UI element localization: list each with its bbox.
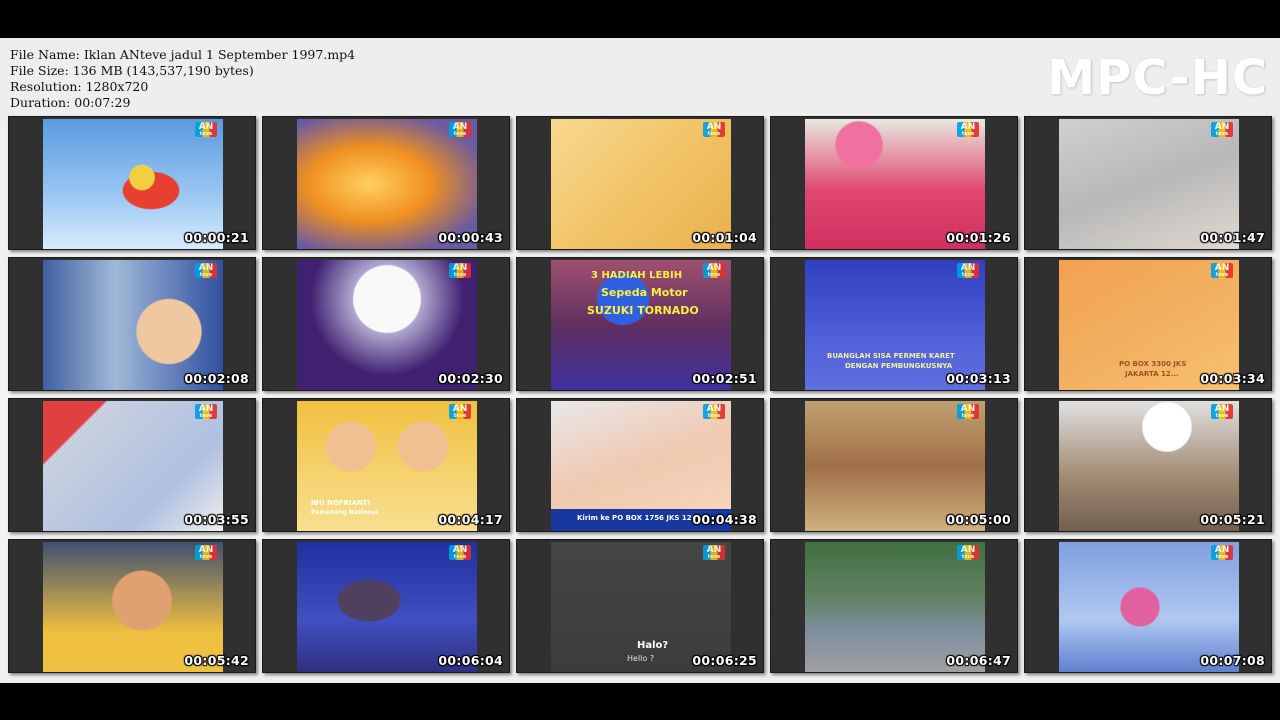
caption-subtitle: Pemenang Nasional (311, 509, 378, 516)
thumbnail-timestamp: 00:04:17 (438, 512, 503, 527)
thumbnail-timestamp: 00:02:30 (438, 371, 503, 386)
channel-logo-icon: AN teve (957, 263, 979, 278)
channel-logo-icon: AN teve (1211, 545, 1233, 560)
channel-logo-icon: AN teve (449, 404, 471, 419)
promo-product: SUZUKI TORNADO (587, 304, 699, 317)
thumbnail-timestamp: 00:05:21 (1200, 512, 1265, 527)
video-thumbnail: AN teve Kirim ke PO BOX 1756 JKS 120 00:04:… (516, 398, 764, 532)
channel-logo-icon: AN teve (957, 122, 979, 137)
bottom-letterbox (0, 683, 1280, 720)
channel-logo-icon: AN teve (703, 122, 725, 137)
subtitle-translation: Hello ? (627, 654, 655, 663)
thumbnail-timestamp: 00:03:55 (184, 512, 249, 527)
channel-logo-icon: AN teve (1211, 404, 1233, 419)
video-thumbnail: AN teve 00:06:47 (770, 539, 1018, 673)
video-thumbnail: AN teve IBU NOFRIANTI Pemenang Nasional 00:0… (262, 398, 510, 532)
promo-headline: 3 HADIAH LEBIH (591, 270, 683, 281)
channel-logo-icon: AN teve (195, 545, 217, 560)
channel-logo-icon: AN teve (449, 263, 471, 278)
video-thumbnail: AN teve 00:02:08 (8, 257, 256, 391)
channel-logo-icon: AN teve (195, 122, 217, 137)
subtitle-main: Halo? (637, 640, 669, 651)
envelope-address-2: JAKARTA 12... (1125, 370, 1179, 378)
video-thumbnail: AN teve 00:07:08 (1024, 539, 1272, 673)
duration: Duration: 00:07:29 (10, 95, 131, 110)
channel-logo-icon: AN teve (449, 122, 471, 137)
thumbnail-grid: AN teve 00:00:21 AN teve 00:00:43 AN teve 00:01:… (8, 116, 1274, 673)
thumbnail-timestamp: 00:01:47 (1200, 230, 1265, 245)
video-thumbnail: AN teve 00:05:21 (1024, 398, 1272, 532)
envelope-address-1: PO BOX 3300 JKS (1119, 360, 1187, 368)
channel-logo-icon: AN teve (957, 545, 979, 560)
video-thumbnail: AN teve 00:01:04 (516, 116, 764, 250)
video-thumbnail: AN teve 00:00:21 (8, 116, 256, 250)
video-thumbnail: AN teve PO BOX 3300 JKS JAKARTA 12... 00:03:… (1024, 257, 1272, 391)
video-thumbnail: AN teve 00:00:43 (262, 116, 510, 250)
thumbnail-timestamp: 00:07:08 (1200, 653, 1265, 668)
thumbnail-timestamp: 00:00:43 (438, 230, 503, 245)
channel-logo-icon: AN teve (449, 545, 471, 560)
channel-logo-icon: AN teve (957, 404, 979, 419)
channel-logo-icon: AN teve (703, 263, 725, 278)
channel-logo-icon: AN teve (195, 404, 217, 419)
video-thumbnail: AN teve 00:05:00 (770, 398, 1018, 532)
thumbnail-timestamp: 00:05:42 (184, 653, 249, 668)
campaign-line-1: BUANGLAH SISA PERMEN KARET (827, 352, 955, 360)
thumbnail-timestamp: 00:04:38 (692, 512, 757, 527)
video-thumbnail: AN teve 00:05:42 (8, 539, 256, 673)
top-letterbox (0, 0, 1280, 38)
po-box-text: Kirim ke PO BOX 1756 JKS 120 (577, 514, 697, 522)
thumbnail-timestamp: 00:01:04 (692, 230, 757, 245)
video-thumbnail: AN teve 00:03:55 (8, 398, 256, 532)
thumbnail-sheet: File Name: Iklan ANteve jadul 1 Septembe… (0, 38, 1280, 683)
file-size: File Size: 136 MB (143,537,190 bytes) (10, 63, 254, 78)
channel-logo-icon: AN teve (1211, 263, 1233, 278)
video-thumbnail: AN teve 00:06:04 (262, 539, 510, 673)
video-thumbnail: AN teve 3 HADIAH LEBIH Sepeda Motor SUZUKI T… (516, 257, 764, 391)
thumbnail-timestamp: 00:01:26 (946, 230, 1011, 245)
mpc-hc-logo: MPC-HC (1047, 50, 1268, 106)
thumbnail-timestamp: 00:02:08 (184, 371, 249, 386)
thumbnail-timestamp: 00:03:34 (1200, 371, 1265, 386)
campaign-line-2: DENGAN PEMBUNGKUSNYA (845, 362, 953, 370)
thumbnail-timestamp: 00:06:25 (692, 653, 757, 668)
channel-logo-icon: AN teve (703, 404, 725, 419)
thumbnail-timestamp: 00:05:00 (946, 512, 1011, 527)
video-thumbnail: AN teve Halo? Hello ? 00:06:25 (516, 539, 764, 673)
caption-name: IBU NOFRIANTI (311, 499, 371, 507)
file-name: File Name: Iklan ANteve jadul 1 Septembe… (10, 47, 356, 62)
thumbnail-timestamp: 00:06:04 (438, 653, 503, 668)
thumbnail-timestamp: 00:00:21 (184, 230, 249, 245)
file-info-panel: File Name: Iklan ANteve jadul 1 Septembe… (10, 47, 355, 111)
video-thumbnail: AN teve 00:02:30 (262, 257, 510, 391)
thumbnail-timestamp: 00:02:51 (692, 371, 757, 386)
video-thumbnail: AN teve 00:01:47 (1024, 116, 1272, 250)
promo-subline: Sepeda Motor (601, 286, 688, 299)
channel-logo-icon: AN teve (195, 263, 217, 278)
thumbnail-timestamp: 00:03:13 (946, 371, 1011, 386)
resolution: Resolution: 1280x720 (10, 79, 149, 94)
channel-logo-icon: AN teve (1211, 122, 1233, 137)
thumbnail-timestamp: 00:06:47 (946, 653, 1011, 668)
channel-logo-icon: AN teve (703, 545, 725, 560)
video-thumbnail: AN teve BUANGLAH SISA PERMEN KARET DENGAN P… (770, 257, 1018, 391)
video-thumbnail: AN teve 00:01:26 (770, 116, 1018, 250)
